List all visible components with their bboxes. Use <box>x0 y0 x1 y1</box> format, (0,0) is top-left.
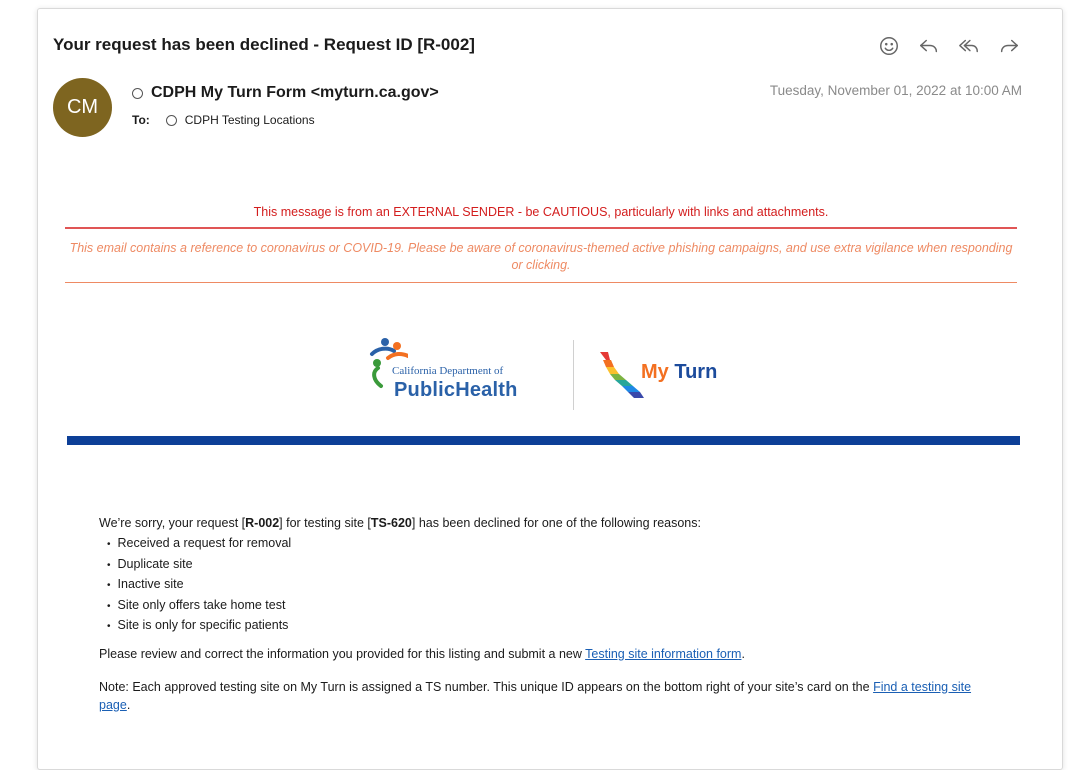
decline-intro: We’re sorry, your request [R-002] for te… <box>99 514 999 532</box>
list-item: Site is only for specific patients <box>99 616 999 637</box>
note-end: . <box>126 697 131 712</box>
email-subject: Your request has been declined - Request… <box>53 35 475 54</box>
warning-divider <box>65 227 1017 229</box>
logo-divider <box>573 340 574 410</box>
note-paragraph: Note: Each approved testing site on My T… <box>99 678 999 714</box>
recipient-status-icon <box>165 114 177 126</box>
to-label: To: <box>132 113 150 127</box>
warning-divider-2 <box>65 282 1017 283</box>
myturn-logo-text: My Turn <box>641 361 717 384</box>
brand-divider-bar <box>67 436 1020 445</box>
email-message-pane: Your request has been declined - Request… <box>37 8 1063 770</box>
external-sender-warning: This message is from an EXTERNAL SENDER … <box>253 205 829 219</box>
forward-icon <box>1000 39 1018 53</box>
cdph-logo-subtitle: California Department of <box>392 365 504 377</box>
list-item: Inactive site <box>99 575 999 596</box>
header-logos: California Department of PublicHealth My… <box>368 334 728 414</box>
sender-line: CDPH My Turn Form <myturn.ca.gov> <box>132 84 439 102</box>
resubmit-paragraph: Please review and correct the informatio… <box>99 645 999 663</box>
intro-text-2: ] for testing site [ <box>279 516 371 530</box>
site-id: TS-620 <box>370 516 412 530</box>
intro-text-1: We’re sorry, your request [ <box>99 516 246 530</box>
reply-all-icon <box>959 39 978 53</box>
recipient-line: To: CDPH Testing Locations <box>132 113 315 127</box>
reaction-button[interactable] <box>874 31 904 61</box>
forward-button[interactable] <box>994 31 1024 61</box>
sender-avatar[interactable]: CM <box>53 78 112 137</box>
note-text: Note: Each approved testing site on My T… <box>99 679 874 694</box>
sender-name[interactable]: CDPH My Turn Form <myturn.ca.gov> <box>151 84 439 102</box>
intro-text-3: ] has been declined for one of the follo… <box>411 516 701 530</box>
testing-site-form-link[interactable]: Testing site information form <box>585 647 741 661</box>
email-body: We’re sorry, your request [R-002] for te… <box>99 514 999 714</box>
resubmit-end: . <box>741 646 745 661</box>
presence-status-icon <box>132 87 143 99</box>
smiley-icon <box>880 37 898 55</box>
myturn-logo-turn: Turn <box>674 361 718 383</box>
myturn-logo-my: My <box>641 361 669 383</box>
email-actions <box>874 31 1024 61</box>
request-id: R-002 <box>245 516 280 530</box>
covid-phishing-warning: This email contains a reference to coron… <box>69 241 1013 272</box>
reply-button[interactable] <box>914 31 944 61</box>
decline-reasons-list: Received a request for removal Duplicate… <box>99 534 999 637</box>
reply-icon <box>920 39 938 53</box>
resubmit-text: Please review and correct the informatio… <box>99 646 586 661</box>
list-item: Site only offers take home test <box>99 596 999 617</box>
recipient-name[interactable]: CDPH Testing Locations <box>185 113 315 127</box>
list-item: Duplicate site <box>99 555 999 576</box>
list-item: Received a request for removal <box>99 534 999 555</box>
cdph-logo-title: PublicHealth <box>394 379 518 401</box>
myturn-california-icon <box>600 352 644 398</box>
sent-date: Tuesday, November 01, 2022 at 10:00 AM <box>769 83 1022 98</box>
reply-all-button[interactable] <box>954 31 984 61</box>
